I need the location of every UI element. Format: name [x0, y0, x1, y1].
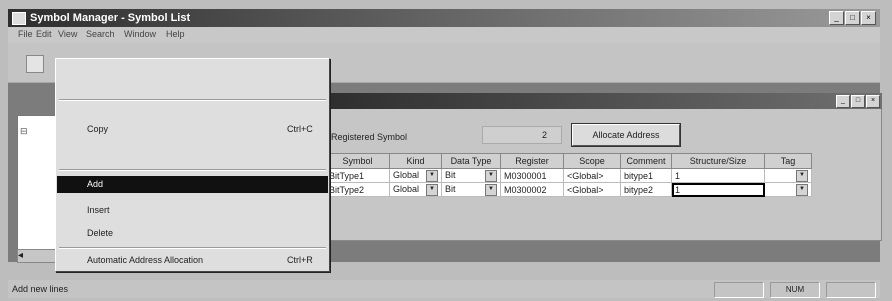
registered-count-field: 2 — [482, 126, 562, 144]
col-kind[interactable]: Kind — [389, 153, 442, 169]
dropdown-arrow-icon[interactable]: ▼ — [426, 183, 438, 196]
edit-dropdown-menu: Copy Ctrl+C Add Insert Delete Automatic … — [55, 58, 330, 272]
status-panel-empty-2 — [826, 282, 876, 298]
allocate-address-button[interactable]: Allocate Address — [571, 123, 681, 147]
maximize-button[interactable]: □ — [845, 11, 860, 25]
status-text: Add new lines — [12, 284, 69, 294]
menu-separator — [59, 99, 326, 101]
dropdown-arrow-icon[interactable]: ▼ — [485, 169, 497, 182]
menu-view[interactable]: View — [58, 29, 77, 39]
table-row[interactable]: BitType1 Global ▼ Bit ▼ M0300001 <Global> … — [325, 168, 812, 183]
menu-separator — [59, 247, 326, 249]
col-comment[interactable]: Comment — [620, 153, 672, 169]
table-header-row: Symbol Kind Data Type Register Scope Com… — [325, 153, 812, 169]
menu-item-delete[interactable]: Delete — [57, 225, 328, 242]
cell-scope[interactable]: <Global> — [563, 182, 621, 197]
col-register[interactable]: Register — [500, 153, 564, 169]
child-title-bar[interactable]: _ □ × — [325, 93, 882, 109]
main-title-bar[interactable]: Symbol Manager - Symbol List _ □ × — [8, 9, 880, 27]
status-bar: Add new lines NUM — [8, 280, 880, 298]
cell-kind[interactable]: Global ▼ — [389, 182, 442, 197]
status-num-indicator: NUM — [770, 282, 820, 298]
symbol-table: Symbol Kind Data Type Register Scope Com… — [325, 153, 812, 197]
menu-search[interactable]: Search — [86, 29, 115, 39]
kind-value: Global — [393, 183, 420, 194]
menu-item-shortcut: Ctrl+C — [287, 124, 313, 134]
app-icon[interactable] — [12, 12, 26, 25]
menu-edit[interactable]: Edit — [36, 29, 52, 39]
menu-item-label: Automatic Address Allocation — [87, 255, 204, 265]
menu-separator — [59, 169, 326, 171]
data-type-value: Bit — [445, 169, 456, 180]
menu-item-label: Insert — [87, 205, 110, 215]
window-title: Symbol Manager - Symbol List — [30, 12, 191, 24]
minimize-button[interactable]: _ — [829, 11, 844, 25]
cell-comment[interactable]: bitype2 — [620, 182, 672, 197]
menu-item-auto-address[interactable]: Automatic Address Allocation Ctrl+R — [57, 252, 328, 269]
menu-help[interactable]: Help — [166, 29, 185, 39]
data-type-value: Bit — [445, 183, 456, 194]
tree-expand-icon[interactable]: ⊟ — [20, 126, 28, 137]
status-panel-empty — [714, 282, 764, 298]
cell-symbol[interactable]: BitType2 — [325, 182, 390, 197]
menu-item-copy[interactable]: Copy Ctrl+C — [57, 121, 328, 138]
scroll-left-icon[interactable]: ◂ — [18, 250, 23, 261]
menu-item-insert[interactable]: Insert — [57, 202, 328, 219]
menu-file[interactable]: File — [18, 29, 33, 39]
menu-item-label: Copy — [87, 124, 109, 134]
cell-data-type[interactable]: Bit ▼ — [441, 168, 501, 183]
table-row[interactable]: BitType2 Global ▼ Bit ▼ M0300002 <Global> … — [325, 182, 812, 197]
registered-symbol-label: Registered Symbol — [331, 132, 408, 142]
cell-register[interactable]: M0300001 — [500, 168, 564, 183]
menu-item-label: Delete — [87, 228, 114, 238]
menu-window[interactable]: Window — [124, 29, 156, 39]
cell-tag[interactable]: ▼ — [764, 168, 812, 183]
cell-register[interactable]: M0300002 — [500, 182, 564, 197]
col-tag[interactable]: Tag — [764, 153, 812, 169]
col-structure-size[interactable]: Structure/Size — [671, 153, 765, 169]
child-maximize-button[interactable]: □ — [851, 95, 865, 108]
cell-size-focused[interactable]: 1 — [671, 182, 765, 197]
cell-scope[interactable]: <Global> — [563, 168, 621, 183]
cell-kind[interactable]: Global ▼ — [389, 168, 442, 183]
new-file-icon[interactable] — [26, 55, 44, 73]
cell-symbol[interactable]: BitType1 — [325, 168, 390, 183]
col-data-type[interactable]: Data Type — [441, 153, 501, 169]
col-scope[interactable]: Scope — [563, 153, 621, 169]
dropdown-arrow-icon[interactable]: ▼ — [796, 169, 808, 182]
cell-data-type[interactable]: Bit ▼ — [441, 182, 501, 197]
cell-size[interactable]: 1 — [671, 168, 765, 183]
kind-value: Global — [393, 169, 420, 180]
close-button[interactable]: × — [861, 11, 876, 25]
child-close-button[interactable]: × — [866, 95, 880, 108]
menu-bar: File Edit View Search Window Help — [8, 27, 880, 43]
dropdown-arrow-icon[interactable]: ▼ — [426, 169, 438, 182]
child-minimize-button[interactable]: _ — [836, 95, 850, 108]
col-symbol[interactable]: Symbol — [325, 153, 390, 169]
menu-item-add[interactable]: Add — [57, 176, 328, 193]
menu-item-label: Add — [87, 179, 104, 189]
dropdown-arrow-icon[interactable]: ▼ — [485, 183, 497, 196]
cell-tag[interactable]: ▼ — [764, 182, 812, 197]
dropdown-arrow-icon[interactable]: ▼ — [796, 183, 808, 196]
cell-comment[interactable]: bitype1 — [620, 168, 672, 183]
menu-item-disabled — [57, 62, 328, 79]
menu-item-shortcut: Ctrl+R — [287, 255, 313, 265]
